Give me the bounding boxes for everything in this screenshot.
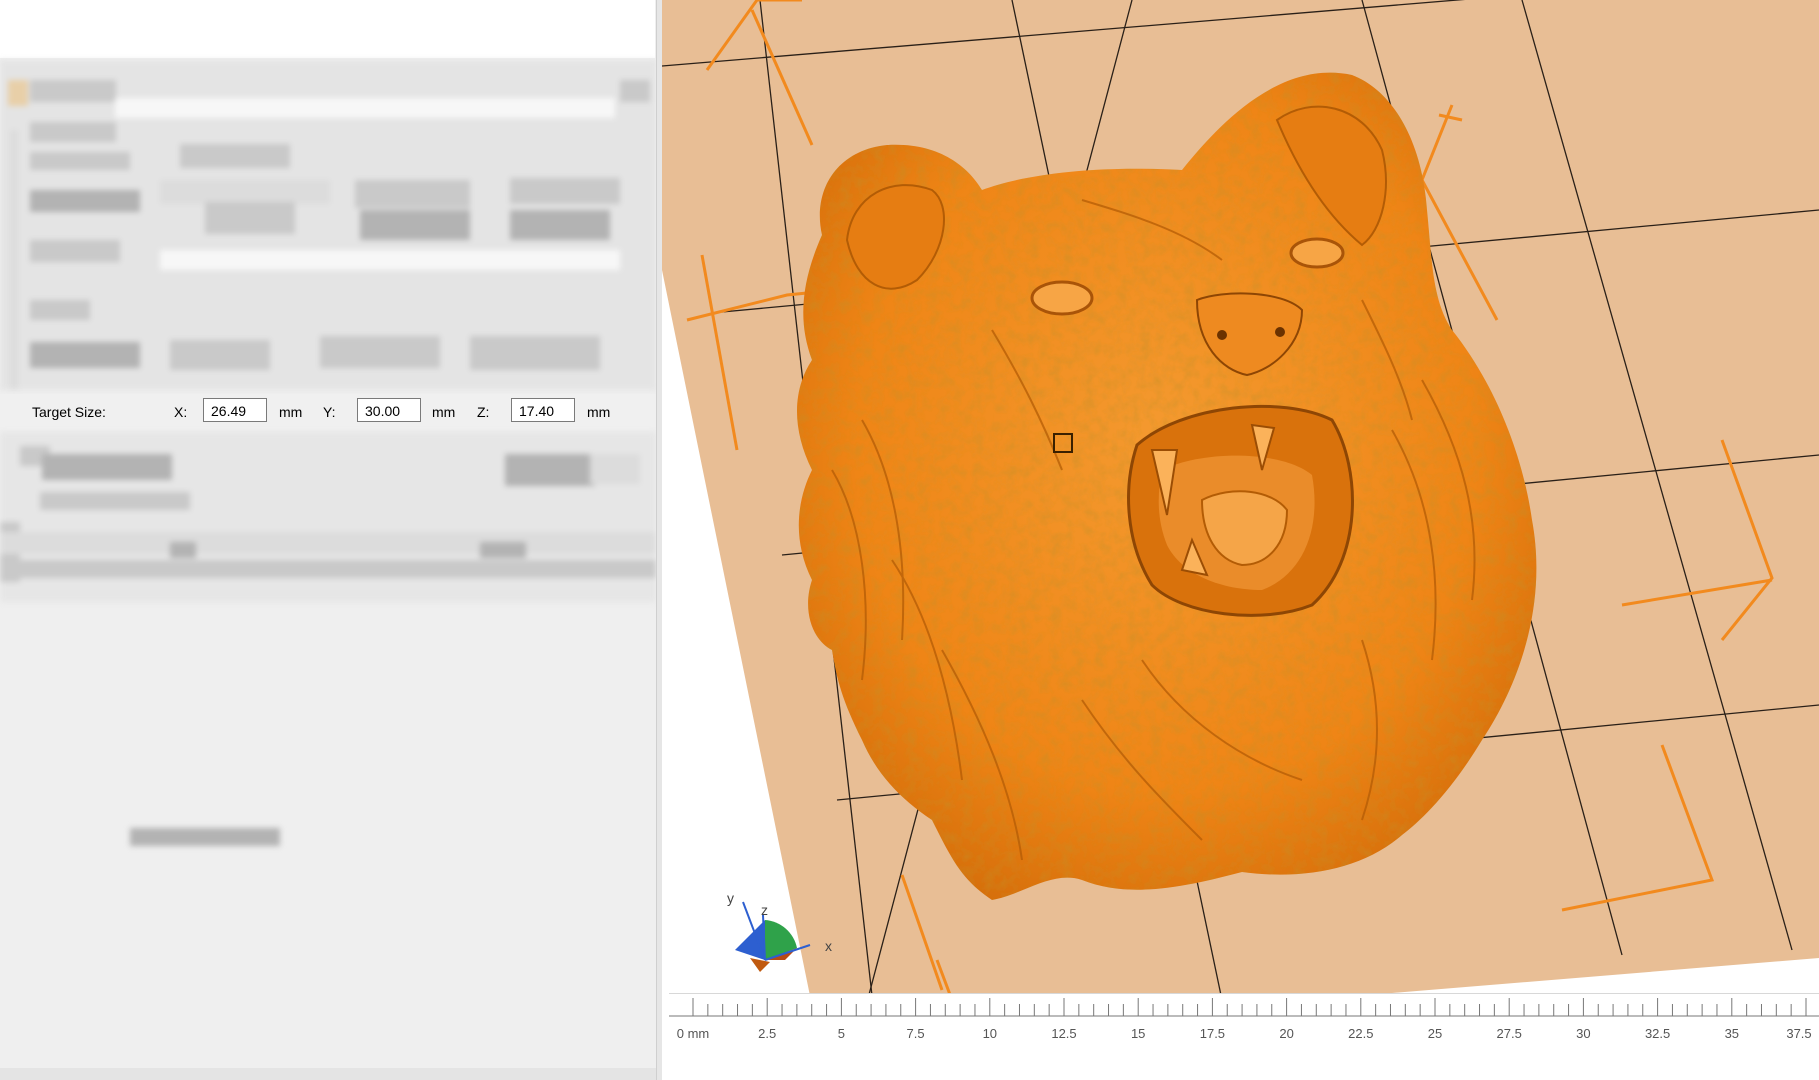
x-label: X: [174, 404, 188, 420]
target-size-y-field[interactable]: 30.00 [357, 398, 421, 422]
y-label: Y: [323, 404, 336, 420]
ruler-tick-label: 12.5 [1051, 1026, 1077, 1041]
panel-header-area [0, 0, 655, 58]
z-unit: mm [587, 404, 611, 420]
panel-bottom-strip [0, 1068, 662, 1080]
ruler-tick-label: 25 [1427, 1026, 1443, 1041]
ruler-tick-label: 37.5 [1786, 1026, 1812, 1041]
target-size-label: Target Size: [32, 404, 106, 420]
ruler-tick-label: 17.5 [1199, 1026, 1226, 1041]
settings-panel: Target Size: X: 26.49 mm Y: 30.00 mm Z: … [0, 0, 662, 1080]
ruler-tick-label: 35 [1724, 1026, 1740, 1041]
y-axis-label: y [727, 890, 734, 906]
ruler-tick-label: 27.5 [1496, 1026, 1522, 1041]
blurred-settings-lower [0, 432, 656, 602]
target-size-z-field[interactable]: 17.40 [511, 398, 575, 422]
ruler-tick-label: 2.5 [758, 1026, 777, 1041]
ruler-tick-label: 5 [837, 1026, 846, 1041]
y-unit: mm [432, 404, 456, 420]
z-label: Z: [477, 404, 490, 420]
ruler-tick-label: 15 [1130, 1026, 1146, 1041]
target-size-row: Target Size: X: 26.49 mm Y: 30.00 mm Z: … [0, 394, 656, 430]
ruler-tick-label: 20 [1279, 1026, 1294, 1041]
z-axis-label: z [761, 902, 768, 918]
axis-triad: y z x [725, 880, 845, 980]
ruler-tick-label: 22.5 [1348, 1026, 1374, 1041]
ruler-tick-label: 10 [982, 1026, 998, 1041]
ruler-tick-label: 30 [1576, 1026, 1591, 1041]
x-axis-label: x [825, 938, 832, 954]
ruler-tick-label: 32.5 [1644, 1026, 1671, 1041]
axis-triad-icon [735, 901, 811, 972]
ruler-tick-label: 7.5 [906, 1026, 925, 1041]
blurred-settings-upper [0, 60, 656, 390]
ruler-tick-label: 0 mm [676, 1026, 710, 1041]
x-unit: mm [279, 404, 303, 420]
horizontal-ruler: 0 mm 2.5 5 7.5 10 12.5 15 17.5 20 22.5 25 27.5 30 32.… [669, 993, 1819, 1076]
blurred-status-text [120, 818, 320, 854]
tiger-head-model[interactable] [797, 72, 1537, 900]
target-size-x-field[interactable]: 26.49 [203, 398, 267, 422]
